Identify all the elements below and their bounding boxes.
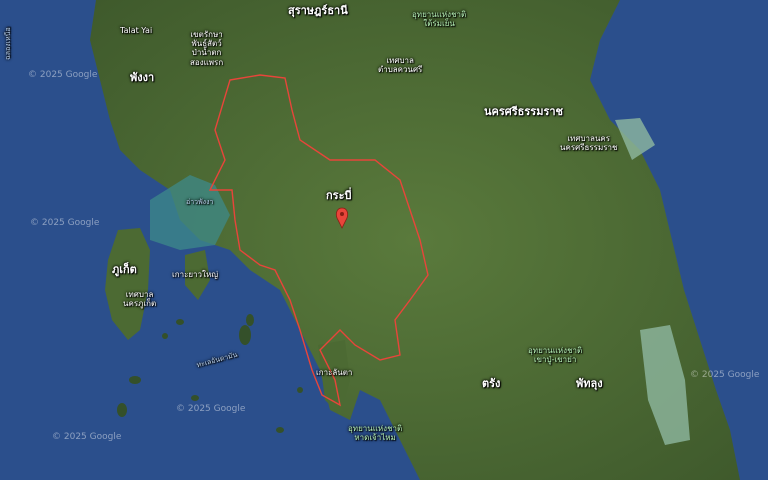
label-park-khao-pu: อุทยานแห่งชาติ เขาปู่-เขาย่า [528,346,583,365]
label-park-hat-chao-mai: อุทยานแห่งชาติ หาดเจ้าไหม [348,424,403,443]
label-ko-lanta: เกาะลันตา [316,368,353,377]
watermark-1: © 2025 Google [28,70,98,80]
label-park-tai-rom-yen: อุทยานแห่งชาติ ใต้ร่มเย็น [412,10,467,29]
label-khet-rakhsa: เขตรักษา พันธุ์สัตว์ ป่าน้ำตก สองแพรก [190,30,224,67]
label-phuket: ภูเก็ต [112,263,137,276]
label-nakhon-si-thammarat: นครศรีธรรมราช [484,105,564,118]
label-thetsaban-tambon: เทศบาล ตำบลควนศรี [378,56,423,75]
label-ao-phang-nga: อ่าวพังงา [186,198,214,206]
label-ko-yao-yai: เกาะยาวใหญ่ [172,270,219,279]
label-thetsaban-nakhon: เทศบาลนคร นครศรีธรรมราช [560,134,618,153]
watermark-2: © 2025 Google [30,218,100,228]
label-phatthalung: พัทลุง [576,377,603,390]
label-thetsaban-phuket: เทศบาล นครภูเก็ต [123,290,157,309]
label-krabi: กระบี่ [326,189,352,202]
label-surat-thani: สุราษฎร์ธานี [288,4,348,17]
label-trang: ตรัง [482,377,501,390]
label-talat-yai: Talat Yai [120,26,153,35]
watermark-4: © 2025 Google [52,432,122,442]
label-phang-nga: พังงา [130,71,155,84]
label-left-vertical: ฉลองเหนือ [4,27,12,60]
watermark-3: © 2025 Google [176,404,246,414]
watermark-5: © 2025 Google [690,370,760,380]
satellite-map[interactable]: สุราษฎร์ธานี อุทยานแห่งชาติ ใต้ร่มเย็น T… [0,0,768,480]
